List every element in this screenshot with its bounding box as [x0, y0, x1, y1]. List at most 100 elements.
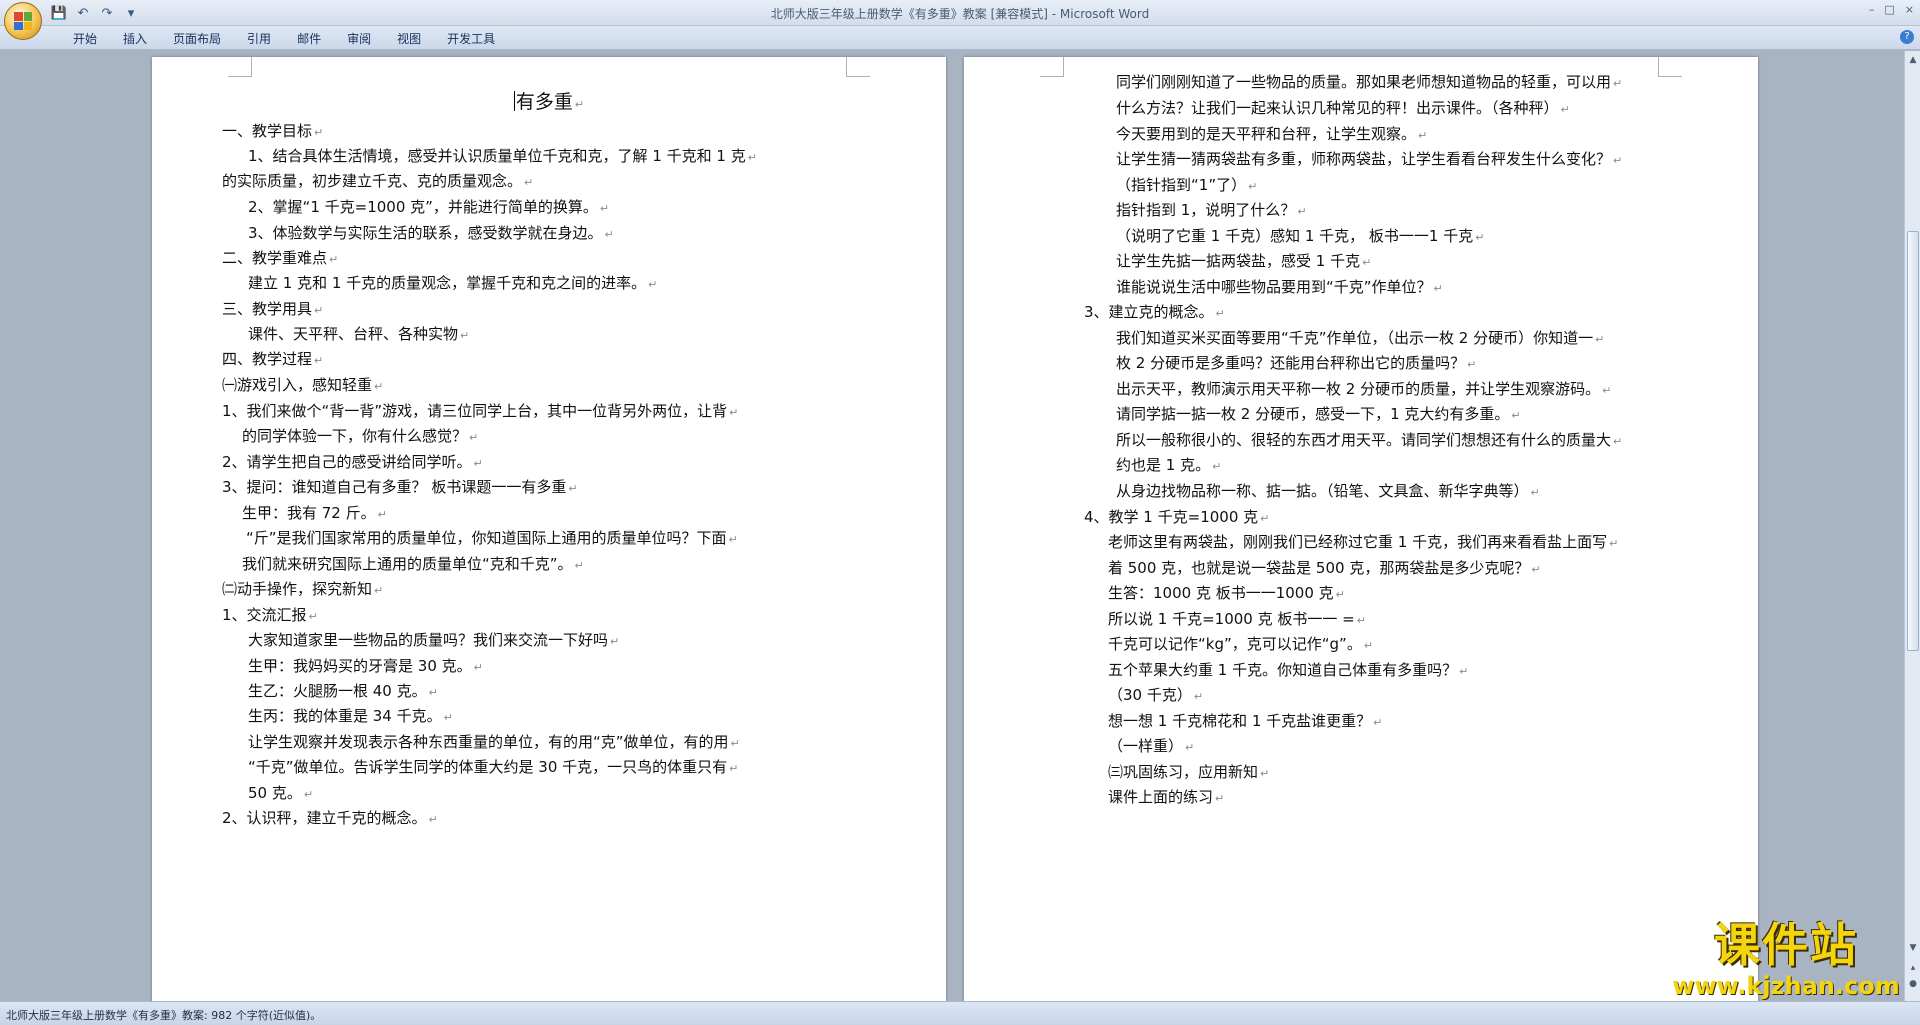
document-line: 四、教学过程 ↵ — [222, 348, 323, 369]
paragraph-mark: ↵ — [728, 533, 738, 546]
document-line: 2、掌握“1 千克=1000 克”，并能进行简单的换算。 ↵ — [248, 196, 609, 217]
paragraph-mark: ↵ — [443, 711, 453, 724]
paragraph-mark: ↵ — [568, 482, 578, 495]
ribbon-tab[interactable]: 开发工具 — [434, 30, 508, 48]
ribbon-tab[interactable]: 邮件 — [284, 30, 334, 48]
paragraph-mark: ↵ — [1260, 512, 1270, 525]
ribbon-tab[interactable]: 插入 — [110, 30, 160, 48]
document-line: 课件、天平秤、台秤、各种实物 ↵ — [248, 323, 469, 344]
vertical-scrollbar[interactable]: ▲ ▼ ▴ ● — [1904, 51, 1920, 1001]
document-line: 1、结合具体生活情境，感受并认识质量单位千克和克，了解 1 千克和 1 克 ↵ — [248, 145, 757, 166]
document-line: 3、体验数学与实际生活的联系，感受数学就在身边。 ↵ — [248, 222, 614, 243]
paragraph-mark: ↵ — [729, 406, 739, 419]
document-line: （30 千克） ↵ — [1108, 684, 1203, 705]
document-line: 从身边找物品称一称、掂一掂。（铅笔、文具盒、新华字典等） ↵ — [1116, 480, 1540, 501]
document-page-right[interactable]: 同学们刚刚知道了一些物品的质量。那如果老师想知道物品的轻重，可以用 ↵ 什么方法？让… — [964, 57, 1758, 1001]
document-line: ㈢巩固练习，应用新知 ↵ — [1108, 761, 1269, 782]
paragraph-mark: ↵ — [473, 661, 483, 674]
office-logo-icon — [14, 12, 32, 30]
paragraph-mark: ↵ — [1418, 129, 1428, 142]
document-line: “斤”是我们国家常用的质量单位，你知道国际上通用的质量单位吗？下面 ↵ — [246, 527, 738, 548]
document-workspace[interactable]: 有多重 ↵ 一、教学目标 ↵ 1、结合具体生活情境，感受并认识质量单位千克和克，了解 … — [0, 51, 1904, 1001]
paragraph-mark: ↵ — [303, 788, 314, 801]
ribbon-tab[interactable]: 审阅 — [334, 30, 384, 48]
paragraph-mark: ↵ — [308, 610, 318, 623]
document-line: 3、建立克的概念。 ↵ — [1084, 301, 1225, 322]
office-button[interactable] — [4, 2, 42, 40]
document-line-text: 千克可以记作“kg”，克可以记作“g”。 — [1108, 635, 1362, 653]
document-line-text: 的同学体验一下，你有什么感觉？ — [242, 427, 468, 445]
document-line-text: 50 克。 — [248, 784, 302, 802]
document-line-text: 一、教学目标 — [222, 122, 313, 140]
document-line: 着 500 克，也就是说一袋盐是 500 克，那两袋盐是多少克呢？ ↵ — [1108, 557, 1541, 578]
paragraph-mark: ↵ — [374, 584, 384, 597]
document-line: 三、教学用具 ↵ — [222, 298, 323, 319]
maximize-button[interactable]: □ — [1884, 3, 1894, 16]
scrollbar-thumb[interactable] — [1907, 231, 1919, 651]
document-line-text: 让学生先掂一掂两袋盐，感受 1 千克 — [1116, 252, 1361, 270]
help-icon[interactable]: ? — [1900, 30, 1914, 44]
document-line-text: 出示天平，教师演示用天平称一枚 2 分硬币的质量，并让学生观察游码。 — [1116, 380, 1601, 398]
document-line: 五个苹果大约重 1 千克。你知道自己体重有多重吗？ ↵ — [1108, 659, 1468, 680]
document-line: 千克可以记作“kg”，克可以记作“g”。 ↵ — [1108, 633, 1373, 654]
paragraph-mark: ↵ — [1362, 256, 1372, 269]
document-line-text: ㈠游戏引入，感知轻重 — [222, 376, 373, 394]
document-line-text: （30 千克） — [1108, 686, 1192, 704]
document-line-text: 三、教学用具 — [222, 300, 313, 318]
paragraph-mark: ↵ — [1613, 154, 1623, 167]
document-line: 请同学掂一掂一枚 2 分硬币，感受一下，1 克大约有多重。 ↵ — [1116, 403, 1521, 424]
document-title-text: 有多重 — [515, 91, 573, 113]
document-line-text: ㈡动手操作，探究新知 — [222, 580, 373, 598]
ribbon-tab[interactable]: 引用 — [234, 30, 284, 48]
document-line: 的实际质量，初步建立千克、克的质量观念。 ↵ — [222, 170, 533, 191]
paragraph-mark: ↵ — [648, 278, 658, 291]
document-line: 二、教学重难点 ↵ — [222, 247, 338, 268]
paragraph-mark: ↵ — [1193, 690, 1204, 703]
scroll-down-icon[interactable]: ▼ — [1906, 941, 1920, 955]
document-line: 让学生猜一猜两袋盐有多重，师称两袋盐，让学生看看台秤发生什么变化？ ↵ — [1116, 148, 1622, 169]
paragraph-mark: ↵ — [1511, 409, 1521, 422]
minimize-button[interactable]: – — [1869, 3, 1875, 16]
paragraph-mark: ↵ — [1363, 639, 1374, 652]
paragraph-mark: ↵ — [1335, 588, 1345, 601]
document-line-text: 同学们刚刚知道了一些物品的质量。那如果老师想知道物品的轻重，可以用 — [1116, 73, 1612, 91]
document-title: 有多重 ↵ — [152, 87, 946, 114]
paragraph-mark: ↵ — [460, 329, 470, 342]
document-line-text: 想一想 1 千克棉花和 1 千克盐谁更重？ — [1108, 712, 1372, 730]
document-line-text: 建立 1 克和 1 千克的质量观念，掌握千克和克之间的进率。 — [248, 274, 647, 292]
ribbon-tab[interactable]: 视图 — [384, 30, 434, 48]
previous-page-icon[interactable]: ▴ — [1906, 961, 1920, 975]
ribbon-tab-bar: 开始 插入 页面布局 引用 邮件 审阅 视图 开发工具 ? — [0, 26, 1920, 50]
document-line-text: 今天要用到的是天平秤和台秤，让学生观察。 — [1116, 125, 1417, 143]
document-line-text: 什么方法？让我们一起来认识几种常见的秤！出示课件。（各种秤） — [1116, 99, 1559, 117]
document-line: 生丙：我的体重是 34 千克。 ↵ — [248, 705, 453, 726]
text-cursor — [513, 91, 515, 111]
browse-object-icon[interactable]: ● — [1906, 977, 1920, 991]
document-line-text: “斤”是我们国家常用的质量单位，你知道国际上通用的质量单位吗？下面 — [246, 529, 727, 547]
paragraph-mark: ↵ — [1185, 741, 1195, 754]
document-line-text: 生甲：我有 72 斤。 — [242, 504, 376, 522]
margin-corner-mark — [1040, 57, 1064, 77]
scroll-up-icon[interactable]: ▲ — [1906, 53, 1920, 67]
window-title: 北师大版三年级上册数学《有多重》教案 [兼容模式] - Microsoft Wo… — [770, 7, 1150, 21]
document-line-text: 从身边找物品称一称、掂一掂。（铅笔、文具盒、新华字典等） — [1116, 482, 1529, 500]
window-controls: – □ × — [1869, 3, 1914, 16]
paragraph-mark: ↵ — [1248, 180, 1258, 193]
paragraph-mark: ↵ — [729, 762, 739, 775]
document-page-left[interactable]: 有多重 ↵ 一、教学目标 ↵ 1、结合具体生活情境，感受并认识质量单位千克和克，了解 … — [152, 57, 946, 1001]
document-line: 我们就来研究国际上通用的质量单位“克和千克”。 ↵ — [242, 553, 584, 574]
margin-corner-mark — [846, 57, 870, 77]
paragraph-mark: ↵ — [314, 354, 324, 367]
document-line: 枚 2 分硬币是多重吗？还能用台秤称出它的质量吗？ ↵ — [1116, 352, 1476, 373]
paragraph-mark: ↵ — [374, 380, 384, 393]
close-button[interactable]: × — [1905, 3, 1914, 16]
document-line-text: 3、建立克的概念。 — [1084, 303, 1214, 321]
ribbon-tab[interactable]: 开始 — [60, 30, 110, 48]
document-line-text: 指针指到 1，说明了什么？ — [1116, 201, 1296, 219]
document-line: 今天要用到的是天平秤和台秤，让学生观察。 ↵ — [1116, 123, 1427, 144]
document-line-text: 五个苹果大约重 1 千克。你知道自己体重有多重吗？ — [1108, 661, 1458, 679]
paragraph-mark: ↵ — [1595, 333, 1605, 346]
document-line: 想一想 1 千克棉花和 1 千克盐谁更重？ ↵ — [1108, 710, 1382, 731]
ribbon-tab[interactable]: 页面布局 — [160, 30, 234, 48]
document-line: 4、教学 1 千克=1000 克 ↵ — [1084, 506, 1269, 527]
